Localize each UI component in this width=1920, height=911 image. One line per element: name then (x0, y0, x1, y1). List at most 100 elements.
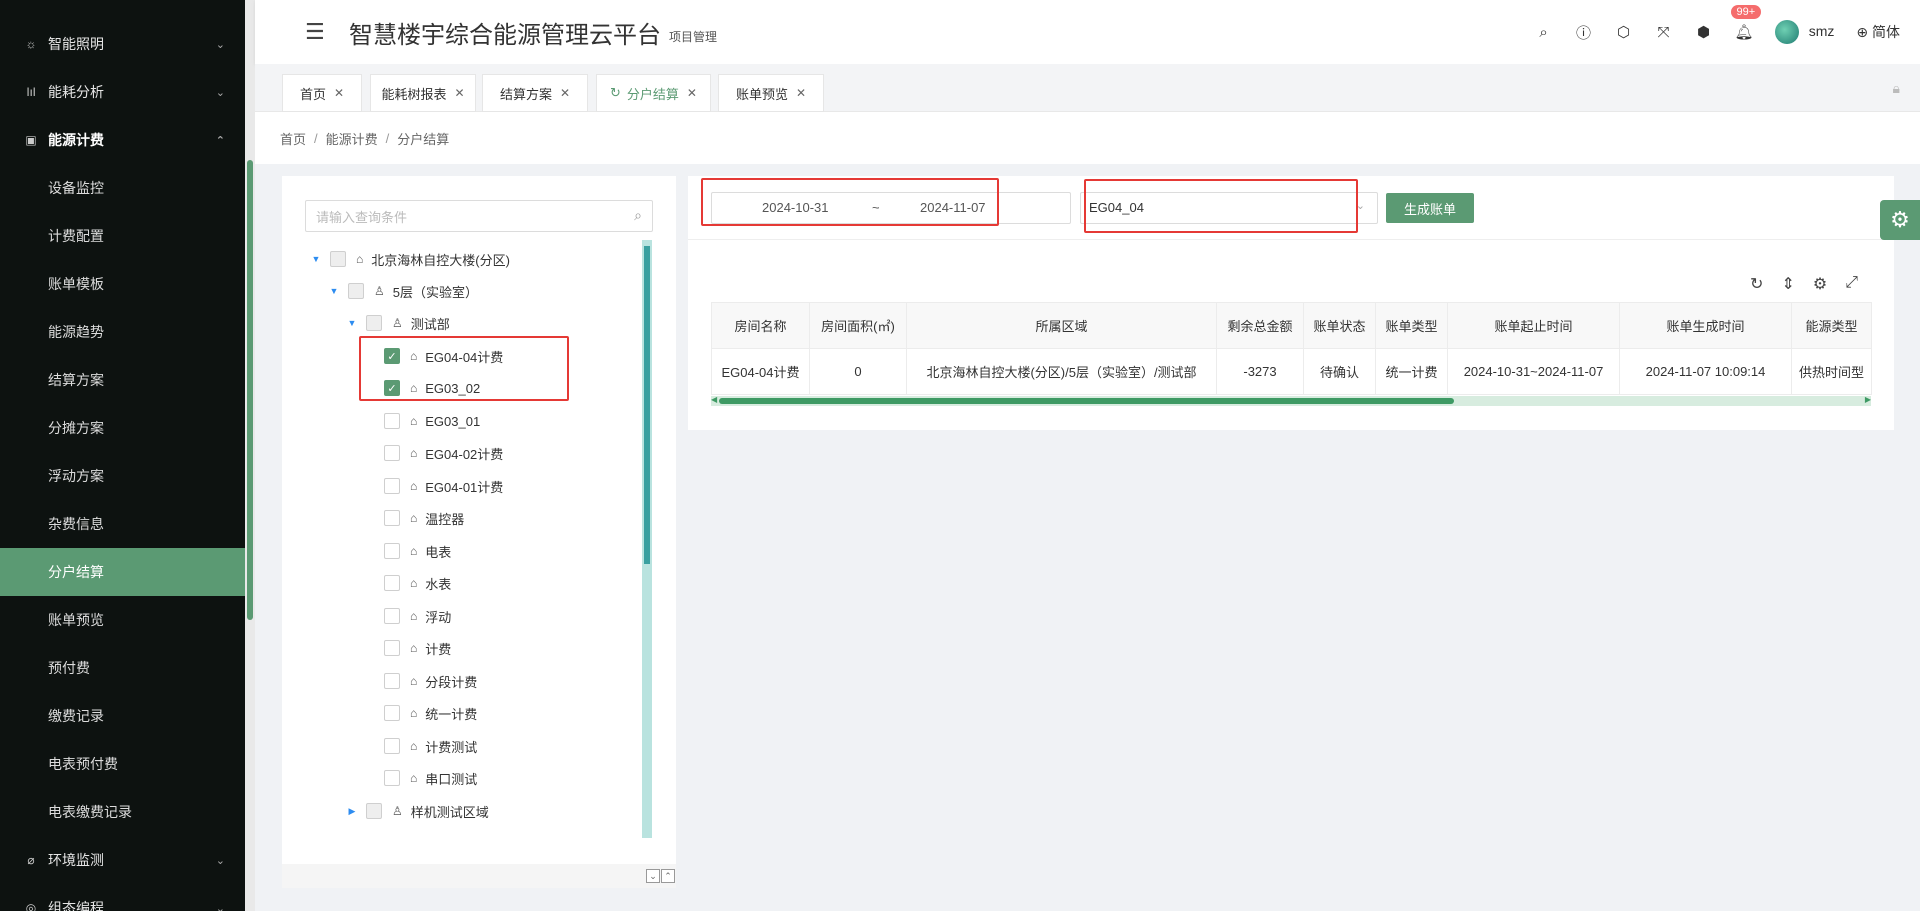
close-icon[interactable]: ✕ (796, 86, 806, 100)
caret-down-icon[interactable]: ▼ (328, 286, 340, 296)
column-header[interactable]: 房间名称 (711, 302, 810, 349)
refresh-icon[interactable]: ↻ (1750, 274, 1763, 294)
tree-checkbox[interactable] (384, 770, 400, 786)
settings-icon[interactable]: ⚙ (1813, 274, 1827, 294)
sidebar-item-settlement-plan[interactable]: 结算方案 (0, 356, 245, 404)
tree-checkbox[interactable] (384, 738, 400, 754)
tree-checkbox[interactable] (384, 705, 400, 721)
scrollbar-thumb[interactable] (644, 246, 650, 564)
breadcrumb-item[interactable]: 能源计费 (326, 129, 378, 148)
tree-node[interactable]: ▼ ♙ 5层（实验室） (328, 275, 478, 307)
tree-node[interactable]: ⌂ 计费测试 (384, 730, 477, 762)
close-icon[interactable]: ✕ (687, 86, 697, 100)
caret-down-icon[interactable]: ▼ (346, 318, 358, 328)
tab-home[interactable]: 首页 ✕ (282, 74, 362, 112)
tab-household-settlement[interactable]: ↻ 分户结算 ✕ (596, 74, 711, 112)
table-row[interactable]: EG04-04计费 0 北京海林自控大楼(分区)/5层（实验室）/测试部 -32… (711, 348, 1872, 395)
language-switch[interactable]: ⊕ 简体 (1856, 22, 1900, 42)
sidebar-item-meter-payment-records[interactable]: 电表缴费记录 (0, 788, 245, 836)
close-icon[interactable]: ✕ (560, 86, 570, 100)
scrollbar-thumb[interactable] (719, 398, 1454, 404)
search-icon[interactable]: ⌕ (634, 207, 642, 224)
tree-search-input[interactable]: 请输入查询条件 ⌕ (305, 200, 653, 232)
column-header[interactable]: 账单类型 (1375, 302, 1448, 349)
tab-bill-preview[interactable]: 账单预览 ✕ (718, 74, 824, 112)
tree-node[interactable]: ⌂ EG03_01 (384, 405, 480, 437)
tree-checkbox[interactable] (384, 608, 400, 624)
tree-checkbox[interactable] (384, 478, 400, 494)
column-header[interactable]: 能源类型 (1791, 302, 1872, 349)
sidebar-item-payment-records[interactable]: 缴费记录 (0, 692, 245, 740)
tree-checkbox[interactable] (384, 445, 400, 461)
sidebar-item-device-monitor[interactable]: 设备监控 (0, 164, 245, 212)
tree-node[interactable]: ⌂ 计费 (384, 632, 451, 664)
sidebar-item-bill-template[interactable]: 账单模板 (0, 260, 245, 308)
tree-checkbox[interactable] (384, 673, 400, 689)
sidebar-group-energy-billing[interactable]: ▣ 能源计费 ⌃ (0, 116, 245, 164)
tree-checkbox[interactable] (366, 315, 382, 331)
tree-node[interactable]: ⌂ EG04-02计费 (384, 437, 503, 469)
sidebar-group-lighting[interactable]: ☼ 智能照明 ⌄ (0, 20, 245, 68)
column-header[interactable]: 剩余总金额 (1216, 302, 1304, 349)
refresh-icon[interactable]: ↻ (610, 85, 621, 101)
floating-settings-button[interactable]: ⚙ (1880, 200, 1920, 240)
shield-icon[interactable]: ⬢ (1695, 23, 1713, 41)
tree-node[interactable]: ⌂ 分段计费 (384, 665, 477, 697)
tree-checkbox[interactable] (384, 575, 400, 591)
tree-node[interactable]: ⌂ EG04-01计费 (384, 470, 503, 502)
sidebar-item-prepaid[interactable]: 预付费 (0, 644, 245, 692)
fullscreen-icon[interactable]: ⤧ (1655, 24, 1673, 41)
column-header[interactable]: 账单状态 (1303, 302, 1376, 349)
close-icon[interactable]: ✕ (334, 86, 344, 100)
tree-scrollbar[interactable] (642, 240, 652, 838)
sidebar-group-config-programming[interactable]: ◎ 组态编程 ⌄ (0, 884, 245, 911)
table-horizontal-scrollbar[interactable]: ◀ ▶ (711, 395, 1871, 406)
tree-node[interactable]: ▼ ⌂ 北京海林自控大楼(分区) (310, 243, 510, 275)
user-menu[interactable]: smz (1774, 20, 1834, 44)
sidebar-item-energy-trend[interactable]: 能源趋势 (0, 308, 245, 356)
scrollbar-thumb[interactable] (247, 160, 253, 620)
search-icon[interactable]: ⌕ (1535, 24, 1553, 41)
tab-settlement-plan[interactable]: 结算方案 ✕ (482, 74, 588, 112)
lock-icon[interactable]: 🔒︎ (1893, 80, 1900, 97)
close-icon[interactable]: ✕ (454, 86, 464, 100)
tree-node[interactable]: ⌂ 浮动 (384, 600, 451, 632)
breadcrumb-item[interactable]: 首页 (280, 129, 306, 148)
column-header[interactable]: 账单生成时间 (1619, 302, 1792, 349)
scroll-left-icon[interactable]: ◀ (711, 395, 717, 404)
scroll-right-icon[interactable]: ▶ (1865, 395, 1871, 404)
sidebar-item-bill-preview[interactable]: 账单预览 (0, 596, 245, 644)
tree-node[interactable]: ⌂ 统一计费 (384, 697, 477, 729)
column-header[interactable]: 账单起止时间 (1447, 302, 1620, 349)
tree-node[interactable]: ⌂ 电表 (384, 535, 451, 567)
sidebar-scrollbar[interactable] (245, 0, 255, 911)
tree-checkbox[interactable] (384, 543, 400, 559)
sidebar-item-misc-fees[interactable]: 杂费信息 (0, 500, 245, 548)
tree-checkbox[interactable] (384, 510, 400, 526)
sidebar-group-environment[interactable]: ⌀ 环境监测 ⌄ (0, 836, 245, 884)
sidebar-item-billing-config[interactable]: 计费配置 (0, 212, 245, 260)
sidebar-item-floating-plan[interactable]: 浮动方案 (0, 452, 245, 500)
tree-checkbox[interactable] (384, 413, 400, 429)
menu-toggle-icon[interactable]: ☰ (305, 19, 329, 45)
tab-energy-tree-report[interactable]: 能耗树报表 ✕ (370, 74, 476, 112)
tree-checkbox[interactable] (330, 251, 346, 267)
column-height-icon[interactable]: ⇕ (1781, 274, 1794, 294)
sidebar-item-household-settlement[interactable]: 分户结算 (0, 548, 245, 596)
help-icon[interactable]: ⓘ (1575, 22, 1593, 43)
tree-node[interactable]: ⌂ 温控器 (384, 502, 464, 534)
sidebar-group-energy-analysis[interactable]: ǀıl 能耗分析 ⌄ (0, 68, 245, 116)
fullscreen-icon[interactable]: ⤢ (1845, 274, 1858, 294)
sidebar-item-allocation-plan[interactable]: 分摊方案 (0, 404, 245, 452)
tree-node[interactable]: ▶ ♙ 样机测试区域 (346, 795, 489, 827)
tree-node[interactable]: ⌂ 串口测试 (384, 762, 477, 794)
tree-checkbox[interactable] (384, 640, 400, 656)
sidebar-item-meter-prepaid[interactable]: 电表预付费 (0, 740, 245, 788)
column-header[interactable]: 所属区域 (906, 302, 1217, 349)
caret-down-icon[interactable]: ▼ (310, 254, 322, 264)
tree-node[interactable]: ⌂ 水表 (384, 567, 451, 599)
caret-right-icon[interactable]: ▶ (346, 806, 358, 817)
tree-checkbox[interactable] (366, 803, 382, 819)
cube-icon[interactable]: ⬡ (1615, 23, 1633, 41)
collapse-up-icon[interactable]: ⌃ (661, 869, 675, 883)
